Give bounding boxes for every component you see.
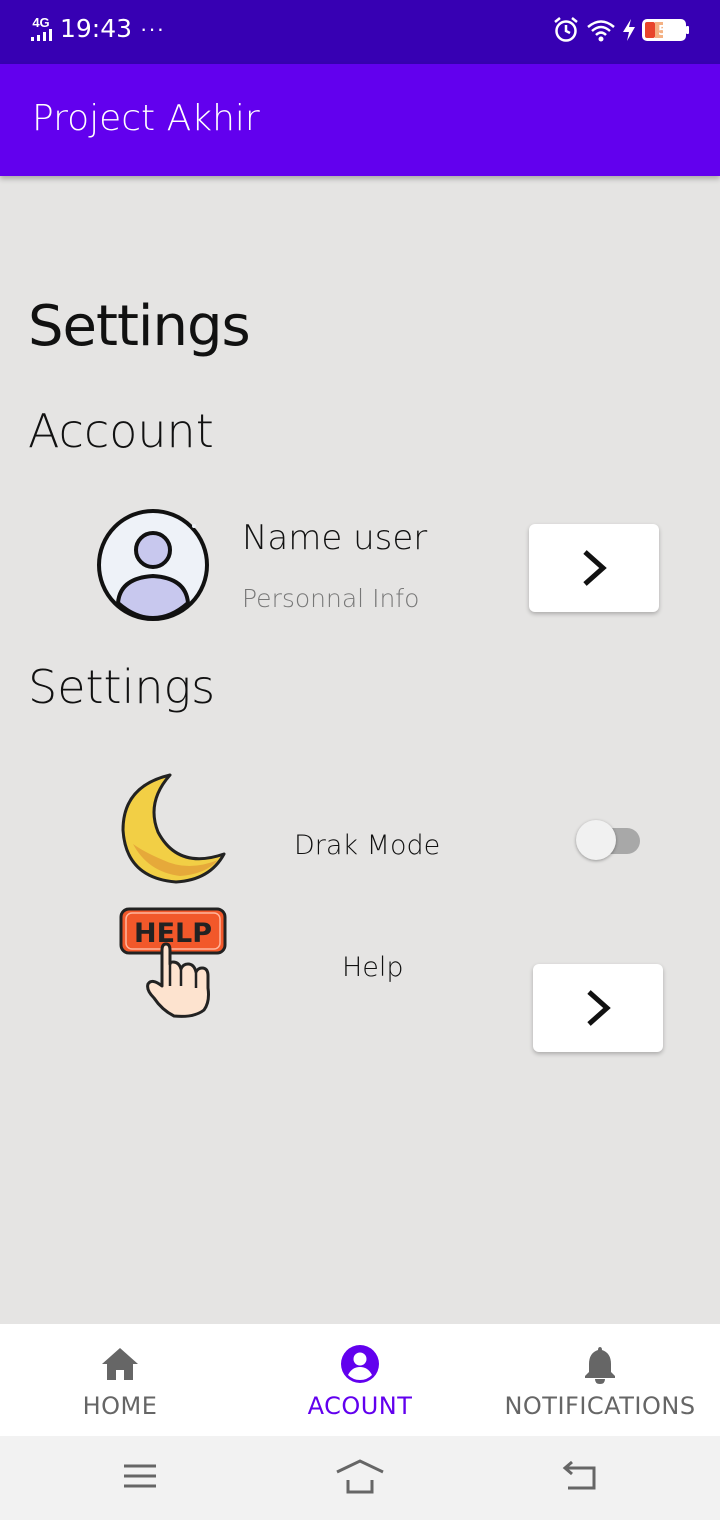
help-icon: HELP	[119, 907, 227, 1018]
nav-notifications[interactable]: NOTIFICATIONS	[480, 1324, 720, 1436]
menu-icon[interactable]	[122, 1458, 158, 1494]
nav-notifications-label: NOTIFICATIONS	[504, 1392, 696, 1420]
status-time: 19:43	[60, 14, 133, 43]
home-icon	[100, 1344, 140, 1384]
status-left: 4G 19:43 ···	[30, 14, 165, 43]
app-title: Project Akhir	[32, 98, 260, 139]
nav-home[interactable]: HOME	[0, 1324, 240, 1436]
status-bar: 4G 19:43 ··· 5	[0, 0, 720, 64]
alarm-icon	[554, 17, 578, 42]
app-bar: Project Akhir	[0, 64, 720, 176]
user-name: Name user	[242, 518, 428, 558]
account-circle-icon	[340, 1344, 380, 1384]
network-type: 4G	[32, 15, 50, 30]
account-section-title: Account	[28, 404, 214, 458]
dark-mode-toggle[interactable]	[576, 820, 642, 860]
help-label: Help	[342, 952, 404, 983]
network-indicator: 4G	[30, 16, 52, 41]
home-outline-icon[interactable]	[334, 1458, 386, 1496]
bottom-navigation: HOME ACOUNT NOTIFICATIONS	[0, 1324, 720, 1436]
charging-icon	[623, 19, 635, 41]
help-detail-button[interactable]	[533, 964, 663, 1052]
settings-content: Settings Account Name user Personnal Inf…	[0, 176, 720, 1324]
nav-account-label: ACOUNT	[307, 1392, 413, 1420]
account-detail-button[interactable]	[529, 524, 659, 612]
nav-account[interactable]: ACOUNT	[240, 1324, 480, 1436]
svg-text:5: 5	[658, 24, 667, 39]
moon-icon	[121, 773, 226, 884]
chevron-right-icon	[583, 550, 607, 586]
battery-icon: 5	[642, 19, 689, 41]
bell-icon	[582, 1344, 618, 1384]
wifi-icon	[587, 20, 615, 42]
settings-section-title: Settings	[28, 660, 216, 714]
chevron-right-icon	[587, 990, 611, 1026]
help-icon-text: HELP	[134, 918, 212, 949]
toggle-thumb	[576, 820, 616, 860]
page-title: Settings	[28, 294, 251, 359]
back-icon[interactable]	[560, 1458, 598, 1494]
nav-home-label: HOME	[82, 1392, 158, 1420]
signal-icon	[31, 29, 52, 41]
status-more: ···	[140, 15, 166, 41]
status-right: 5	[552, 16, 690, 44]
dark-mode-label: Drak Mode	[294, 830, 441, 861]
avatar-icon	[97, 509, 209, 621]
system-navigation-bar	[0, 1436, 720, 1520]
personal-info-label: Personnal Info	[242, 584, 420, 613]
